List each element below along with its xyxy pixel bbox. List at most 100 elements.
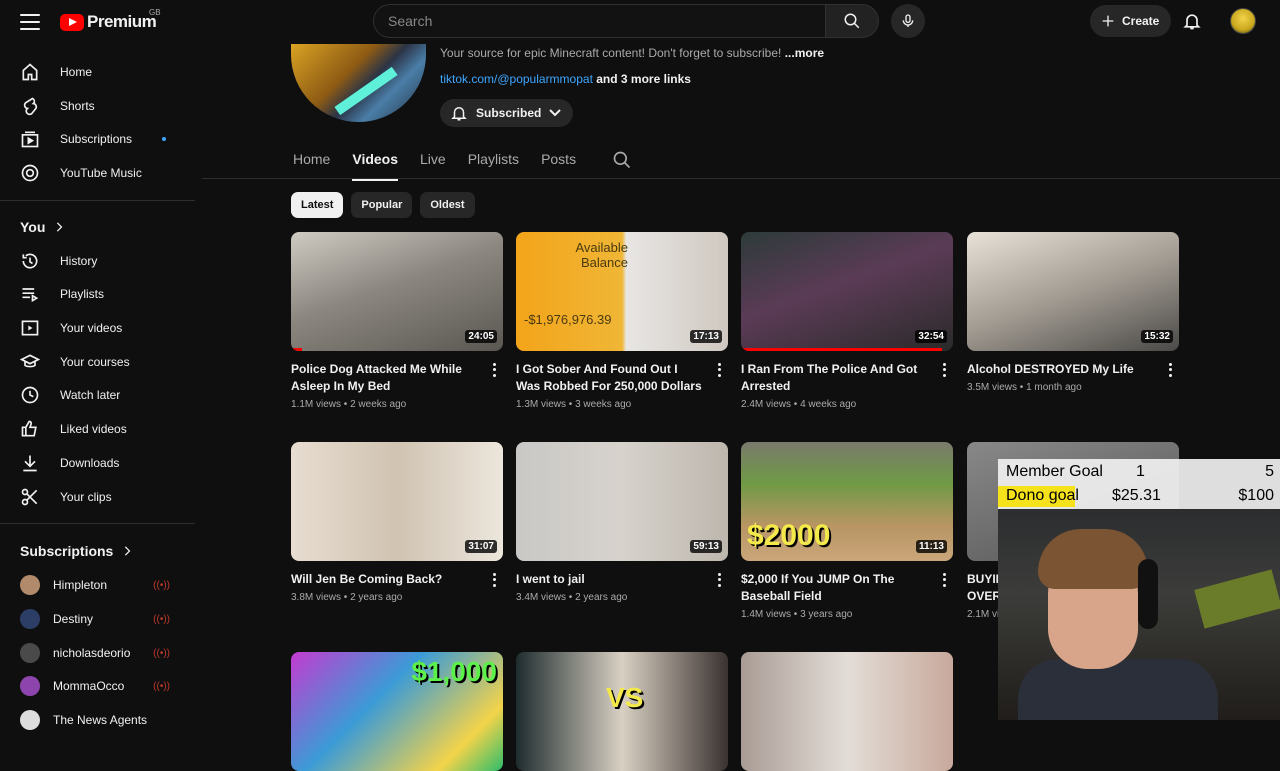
menu-icon[interactable] — [20, 11, 40, 33]
channel-links: tiktok.com/@popularmmopat and 3 more lin… — [440, 72, 691, 86]
sidebar-item-home[interactable]: Home — [12, 55, 188, 89]
thumbnail-text: $1,000 — [411, 656, 497, 687]
member-goal-target: 5 — [1265, 463, 1274, 480]
sidebar-subscription-himpleton[interactable]: Himpleton ((•)) — [12, 568, 188, 602]
home-icon — [19, 61, 41, 83]
subscriptions-icon — [19, 128, 41, 150]
scissors-icon — [19, 486, 41, 508]
sidebar-item-your-clips[interactable]: Your clips — [12, 480, 188, 514]
sidebar-item-label: Watch later — [60, 388, 121, 402]
sidebar-subscription-the-news-agents[interactable]: The News Agents — [12, 703, 188, 737]
tabs-divider — [202, 178, 1280, 179]
sidebar-you-heading[interactable]: You — [20, 219, 63, 235]
video-title[interactable]: I Ran From The Police And Got Arrested — [741, 361, 927, 395]
channel-tabs: Home Videos Live Playlists Posts — [293, 148, 598, 181]
channel-description[interactable]: Your source for epic Minecraft content! … — [440, 46, 824, 60]
tab-playlists[interactable]: Playlists — [468, 148, 519, 181]
youtube-logo[interactable]: Premium — [60, 12, 157, 32]
video-card[interactable]: 24:05 Police Dog Attacked Me While Asleep… — [291, 232, 503, 410]
webcam-overlay — [998, 509, 1280, 720]
voice-search-button[interactable] — [891, 4, 925, 38]
video-thumbnail[interactable]: Available Balance -$1,976,976.39 17:13 — [516, 232, 728, 351]
video-thumbnail[interactable]: 15:32 — [967, 232, 1179, 351]
more-actions-icon[interactable] — [489, 572, 499, 588]
video-thumbnail[interactable] — [741, 652, 953, 771]
sidebar-item-downloads[interactable]: Downloads — [12, 446, 188, 480]
sidebar-item-youtube-music[interactable]: YouTube Music — [12, 156, 188, 190]
video-thumbnail[interactable]: $2000 11:13 — [741, 442, 953, 561]
video-card[interactable]: $1,000 — [291, 652, 503, 771]
video-card[interactable] — [741, 652, 953, 771]
video-title[interactable]: Police Dog Attacked Me While Asleep In M… — [291, 361, 477, 395]
sidebar-subscription-destiny[interactable]: Destiny ((•)) — [12, 602, 188, 636]
video-thumbnail[interactable]: 59:13 — [516, 442, 728, 561]
video-duration: 24:05 — [465, 330, 497, 343]
video-duration: 59:13 — [690, 540, 722, 553]
more-actions-icon[interactable] — [939, 362, 949, 378]
watch-later-icon — [19, 384, 41, 406]
video-card[interactable]: $2000 11:13 $2,000 If You JUMP On The Base… — [741, 442, 953, 620]
video-card[interactable]: 31:07 Will Jen Be Coming Back? 3.8M views … — [291, 442, 503, 603]
tiktok-link[interactable]: tiktok.com/@popularmmopat — [440, 72, 593, 86]
more-actions-icon[interactable] — [714, 362, 724, 378]
video-card[interactable]: Available Balance -$1,976,976.39 17:13 I Go… — [516, 232, 728, 410]
sidebar-item-subscriptions[interactable]: Subscriptions — [12, 122, 188, 156]
tab-home[interactable]: Home — [293, 148, 330, 181]
video-title[interactable]: Will Jen Be Coming Back? — [291, 571, 477, 588]
more-links[interactable]: and 3 more links — [596, 72, 691, 86]
new-content-dot — [162, 137, 166, 141]
search-button[interactable] — [825, 4, 879, 38]
video-title[interactable]: Alcohol DESTROYED My Life — [967, 361, 1153, 378]
person-hair — [1038, 529, 1148, 589]
video-thumbnail[interactable]: 24:05 — [291, 232, 503, 351]
more-actions-icon[interactable] — [489, 362, 499, 378]
top-bar: Premium GB Create — [0, 0, 1280, 44]
member-goal-row: Member Goal 1 5 — [1006, 461, 1274, 483]
channel-avatar-large[interactable] — [291, 44, 426, 122]
account-avatar[interactable] — [1230, 8, 1256, 34]
tab-posts[interactable]: Posts — [541, 148, 576, 181]
video-thumbnail[interactable]: 31:07 — [291, 442, 503, 561]
video-thumbnail[interactable]: $1,000 — [291, 652, 503, 771]
video-meta: 2.4M views • 4 weeks ago — [741, 399, 857, 410]
video-card[interactable]: 15:32 Alcohol DESTROYED My Life 3.5M views… — [967, 232, 1179, 393]
chip-popular[interactable]: Popular — [351, 192, 413, 218]
live-icon: ((•)) — [153, 648, 170, 659]
channel-avatar — [20, 676, 40, 696]
subscribed-button[interactable]: Subscribed — [440, 99, 574, 127]
sidebar-item-liked-videos[interactable]: Liked videos — [12, 412, 188, 446]
tab-live[interactable]: Live — [420, 148, 446, 181]
sidebar-subscription-nicholasdeorio[interactable]: nicholasdeorio ((•)) — [12, 636, 188, 670]
video-thumbnail[interactable]: 32:54 — [741, 232, 953, 351]
sidebar-divider — [0, 523, 195, 524]
video-title[interactable]: $2,000 If You JUMP On The Baseball Field — [741, 571, 927, 605]
sidebar-item-history[interactable]: History — [12, 244, 188, 278]
sidebar-item-shorts[interactable]: Shorts — [12, 89, 188, 123]
sidebar-item-your-videos[interactable]: Your videos — [12, 311, 188, 345]
more-link[interactable]: ...more — [785, 46, 824, 60]
more-actions-icon[interactable] — [714, 572, 724, 588]
video-title[interactable]: I Got Sober And Found Out I Was Robbed F… — [516, 361, 702, 395]
video-card[interactable]: 32:54 I Ran From The Police And Got Arres… — [741, 232, 953, 410]
sidebar-subscriptions-heading[interactable]: Subscriptions — [20, 543, 131, 559]
sidebar-item-label: Liked videos — [60, 422, 127, 436]
video-thumbnail[interactable]: VS — [516, 652, 728, 771]
search-input[interactable] — [373, 4, 825, 38]
sidebar-item-playlists[interactable]: Playlists — [12, 277, 188, 311]
video-card[interactable]: VS — [516, 652, 728, 771]
notifications-button[interactable] — [1182, 10, 1202, 37]
create-button[interactable]: Create — [1090, 5, 1172, 37]
more-actions-icon[interactable] — [1165, 362, 1175, 378]
channel-search-button[interactable] — [612, 150, 632, 175]
video-card[interactable]: 59:13 I went to jail 3.4M views • 2 years … — [516, 442, 728, 603]
plus-icon — [1102, 15, 1114, 27]
chip-latest[interactable]: Latest — [291, 192, 344, 218]
more-actions-icon[interactable] — [939, 572, 949, 588]
sidebar-item-watch-later[interactable]: Watch later — [12, 378, 188, 412]
sidebar-item-your-courses[interactable]: Your courses — [12, 345, 188, 379]
tab-videos[interactable]: Videos — [352, 148, 399, 181]
dono-goal-row: Dono goal $25.31 $100 — [1006, 485, 1274, 507]
video-title[interactable]: I went to jail — [516, 571, 702, 588]
sidebar-subscription-mommaocco[interactable]: MommaOcco ((•)) — [12, 669, 188, 703]
chip-oldest[interactable]: Oldest — [420, 192, 475, 218]
